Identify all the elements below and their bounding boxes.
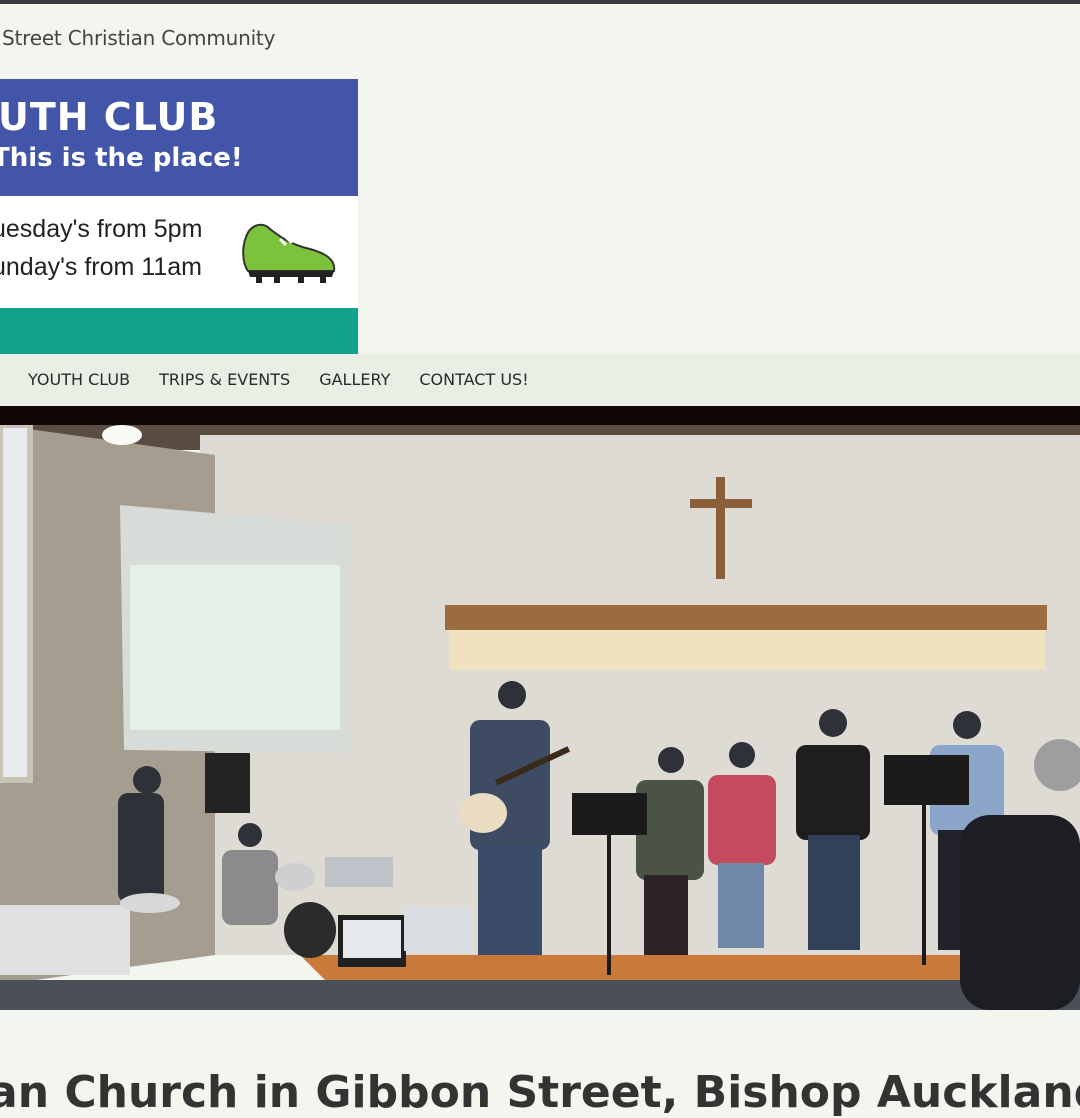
banner-time-weekday: uesday's from 5pm xyxy=(0,215,203,243)
football-boot-icon xyxy=(240,215,340,289)
slider-top-strip xyxy=(0,406,1080,425)
banner-teal-band xyxy=(0,308,358,354)
main-navigation: YOUTH CLUB TRIPS & EVENTS GALLERY CONTAC… xyxy=(0,354,1080,406)
banner-tagline: This is the place! xyxy=(0,143,243,173)
banner-headline: UTH CLUB xyxy=(0,95,219,139)
youth-club-banner[interactable]: UTH CLUB This is the place! uesday's fro… xyxy=(0,79,358,354)
page-heading: an Church in Gibbon Street, Bishop Auckl… xyxy=(0,1067,1080,1118)
hero-photo xyxy=(0,425,1080,1010)
site-title[interactable]: Street Christian Community xyxy=(2,26,275,50)
nav-item-gallery[interactable]: GALLERY xyxy=(319,370,390,389)
nav-item-contact-us[interactable]: CONTACT US! xyxy=(419,370,528,389)
nav-item-youth-club[interactable]: YOUTH CLUB xyxy=(28,370,130,389)
top-border xyxy=(0,0,1080,4)
banner-time-sunday: unday's from 11am xyxy=(0,253,202,281)
nav-item-trips-events[interactable]: TRIPS & EVENTS xyxy=(159,370,290,389)
